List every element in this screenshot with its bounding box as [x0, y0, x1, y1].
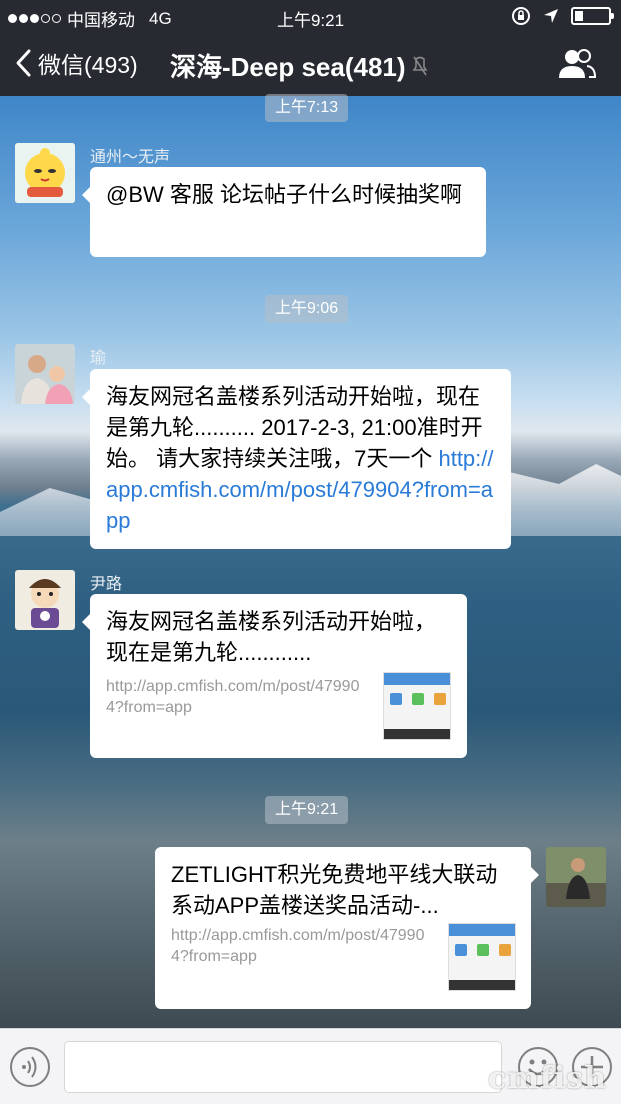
- message-text: @BW 客服 论坛帖子什么时候抽奖啊: [106, 182, 462, 207]
- time-separator: 上午9:06: [265, 295, 349, 323]
- message-bubble[interactable]: @BW 客服 论坛帖子什么时候抽奖啊: [82, 167, 486, 257]
- orientation-lock-icon: [512, 7, 530, 25]
- time-separator: 上午9:21: [265, 796, 349, 824]
- voice-button[interactable]: [10, 1047, 50, 1087]
- group-name: 深海-Deep sea(481): [170, 52, 406, 82]
- sender-name: 尹路: [90, 576, 123, 593]
- location-arrow-icon: [544, 9, 558, 23]
- sender-name: 通州～无声: [90, 149, 171, 166]
- avatar[interactable]: [546, 847, 606, 907]
- voice-icon: [22, 1056, 37, 1078]
- watermark: cmfish: [487, 1061, 607, 1096]
- message-text: 海友网冠名盖楼系列活动开始啦，现在是第九轮.......... 2017-2-3…: [106, 384, 483, 471]
- link-card-thumbnail: [383, 672, 451, 740]
- back-label: 微信(493): [38, 52, 138, 78]
- chick-avatar-icon: [15, 143, 75, 203]
- time-separator: 上午7:13: [265, 94, 349, 122]
- mute-icon: [412, 56, 428, 75]
- link-card-title: ZETLIGHT积光免费地平线大联动系动APP盖楼送奖品活动-...: [171, 862, 498, 918]
- link-card-thumbnail: [448, 923, 516, 991]
- avatar[interactable]: [15, 344, 75, 404]
- chat-title: 深海-Deep sea(481): [170, 47, 428, 84]
- link-card-title: 海友网冠名盖楼系列活动开始啦，现在是第九轮............: [106, 609, 437, 665]
- link-card-url: http://app.cmfish.com/m/post/479904?from…: [171, 927, 425, 965]
- link-card-url: http://app.cmfish.com/m/post/479904?from…: [106, 678, 360, 716]
- user-photo-icon: [15, 344, 75, 404]
- battery-icon: [571, 7, 614, 25]
- sender-name: 瑜: [90, 350, 107, 367]
- user-photo-icon: [546, 847, 606, 907]
- avatar[interactable]: [15, 570, 75, 630]
- input-bar: cmfish: [0, 1028, 621, 1104]
- link-card[interactable]: ZETLIGHT积光免费地平线大联动系动APP盖楼送奖品活动-... http:…: [155, 847, 539, 1009]
- avatar[interactable]: [15, 143, 75, 203]
- battery-level-fill: [575, 11, 583, 21]
- status-bar: 中国移动 4G 上午9:21: [0, 0, 621, 32]
- message-input[interactable]: [64, 1041, 502, 1093]
- message-bubble[interactable]: 海友网冠名盖楼系列活动开始啦，现在是第九轮.......... 2017-2-3…: [82, 369, 511, 549]
- link-card[interactable]: 海友网冠名盖楼系列活动开始啦，现在是第九轮............ http:/…: [82, 594, 467, 758]
- back-button[interactable]: 微信(493): [14, 46, 138, 80]
- chat-header: 微信(493) 深海-Deep sea(481): [0, 32, 621, 96]
- cartoon-avatar-icon: [15, 570, 75, 630]
- chevron-left-icon: [16, 49, 31, 77]
- contacts-icon[interactable]: [557, 46, 597, 82]
